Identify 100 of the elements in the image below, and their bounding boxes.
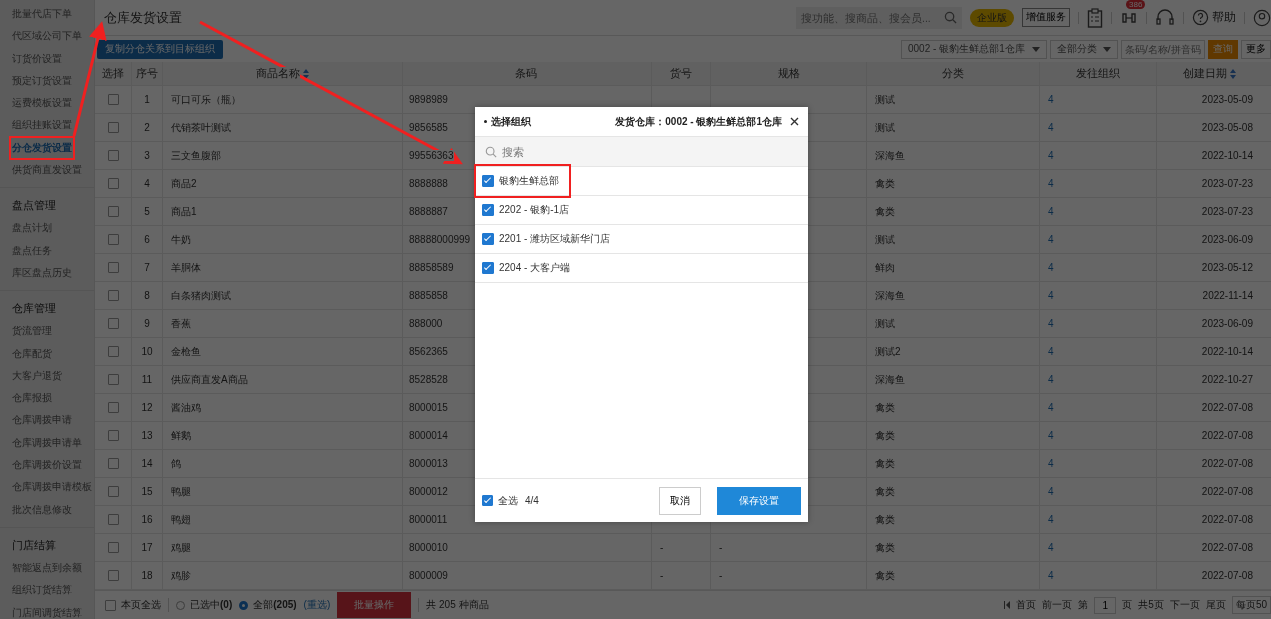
table-cell: 2022-07-08 — [1201, 514, 1253, 525]
table-cell: 16 — [141, 514, 153, 525]
org-count-link[interactable]: 4 — [1048, 486, 1054, 497]
row-checkbox[interactable] — [107, 290, 119, 301]
table-cell: 禽类 — [875, 512, 895, 527]
table-cell: 3 — [144, 150, 150, 161]
org-count-link[interactable]: 4 — [1048, 458, 1054, 469]
table-cell: 鲜鹅 — [171, 428, 191, 443]
table-cell: 供应商直发A商品 — [171, 372, 248, 387]
org-count-link[interactable]: 4 — [1048, 346, 1054, 357]
row-checkbox[interactable] — [107, 94, 119, 105]
last-page-link[interactable]: 尾页 — [1205, 598, 1226, 612]
org-count-link[interactable]: 4 — [1048, 178, 1054, 189]
table-cell: 禽类 — [875, 456, 895, 471]
close-icon[interactable] — [790, 117, 799, 126]
org-count-link[interactable]: 4 — [1048, 318, 1054, 329]
table-cell: 8 — [144, 290, 150, 301]
table-cell: 禽类 — [875, 540, 895, 555]
org-count-link[interactable]: 4 — [1048, 206, 1054, 217]
page-label: 第 — [1078, 598, 1089, 612]
row-checkbox[interactable] — [107, 514, 119, 525]
org-option[interactable]: 2204 - 大客户端 — [475, 254, 808, 283]
row-checkbox[interactable] — [107, 542, 119, 553]
page-size-select[interactable]: 每页50 — [1231, 596, 1271, 614]
row-checkbox[interactable] — [107, 234, 119, 245]
table-cell: 深海鱼 — [875, 288, 905, 303]
help-icon — [1192, 9, 1209, 26]
org-count-link[interactable]: 4 — [1048, 374, 1054, 385]
org-count-link[interactable]: 4 — [1048, 570, 1054, 581]
save-button[interactable]: 保存设置 — [717, 486, 801, 515]
sidebar-item[interactable]: 分仓发货设置 — [0, 136, 94, 160]
headset-icon[interactable] — [1155, 7, 1175, 28]
column-header: 选择 — [102, 66, 124, 81]
row-checkbox[interactable] — [107, 206, 119, 217]
org-count-link[interactable]: 4 — [1048, 430, 1054, 441]
table-cell: 2022-11-14 — [1202, 290, 1253, 301]
page-field[interactable]: 1 — [1094, 596, 1117, 614]
org-option[interactable]: 2202 - 银豹-1店 — [475, 196, 808, 225]
table-cell: 禽类 — [875, 400, 895, 415]
row-checkbox[interactable] — [107, 122, 119, 133]
row-checkbox[interactable] — [107, 402, 119, 413]
search-field[interactable]: 搜索 — [475, 137, 808, 166]
table-cell: - — [660, 570, 664, 581]
scope-radio[interactable]: 全部(205) — [239, 598, 297, 612]
org-count-link[interactable]: 4 — [1048, 542, 1054, 553]
table-cell: 金枪鱼 — [171, 344, 201, 359]
table-cell: 9898989 — [409, 94, 448, 105]
table-cell: - — [719, 570, 723, 581]
clipboard-icon[interactable] — [1087, 7, 1103, 28]
scope-radio[interactable]: 已选中(0) — [176, 598, 233, 612]
org-count-link[interactable]: 4 — [1048, 234, 1054, 245]
sort-icon[interactable] — [1229, 68, 1236, 79]
org-count-link[interactable]: 4 — [1048, 290, 1054, 301]
table-cell: 2023-05-12 — [1201, 262, 1253, 273]
caret-icon — [1103, 46, 1111, 52]
query-button[interactable]: 查询 — [1208, 39, 1238, 59]
row-checkbox[interactable] — [107, 374, 119, 385]
row-checkbox[interactable] — [107, 262, 119, 273]
search-icon — [944, 11, 957, 24]
cancel-button[interactable]: 取消 — [659, 486, 701, 515]
table-cell: 8888888 — [409, 178, 448, 189]
select-all-checkbox[interactable]: 全选 — [482, 493, 518, 508]
row-checkbox[interactable] — [107, 430, 119, 441]
org-option[interactable]: 2201 - 潍坊区域新华门店 — [475, 225, 808, 254]
row-checkbox[interactable] — [107, 178, 119, 189]
table-cell: 2023-06-09 — [1201, 234, 1253, 245]
row-checkbox[interactable] — [107, 346, 119, 357]
org-count-link[interactable]: 4 — [1048, 94, 1054, 105]
table-cell: 17 — [141, 542, 153, 553]
help-link[interactable]: 帮助 — [1192, 9, 1236, 26]
table-cell: 深海鱼 — [875, 148, 905, 163]
caret-icon — [1032, 46, 1040, 52]
table-cell: 鸡胗 — [171, 568, 191, 583]
row-checkbox[interactable] — [107, 150, 119, 161]
row-checkbox[interactable] — [107, 486, 119, 497]
copy-button[interactable]: 复制分仓关系到目标组织 — [97, 39, 223, 59]
page-select-all[interactable]: 本页全选 — [105, 598, 161, 612]
row-checkbox[interactable] — [107, 318, 119, 329]
org-count-link[interactable]: 4 — [1048, 262, 1054, 273]
org-count-link[interactable]: 4 — [1048, 150, 1054, 161]
first-page-icon[interactable] — [1004, 601, 1011, 609]
org-count-link[interactable]: 4 — [1048, 122, 1054, 133]
value-service-button[interactable]: 增值服务 — [1022, 8, 1070, 27]
sidebar-heading: 门店结算 — [11, 537, 57, 553]
first-page-link[interactable]: 首页 — [1016, 598, 1037, 612]
batch-button[interactable]: 批量操作 — [337, 592, 412, 618]
table-cell: 2022-07-08 — [1201, 542, 1253, 553]
org-count-link[interactable]: 4 — [1048, 514, 1054, 525]
row-checkbox[interactable] — [107, 458, 119, 469]
row-checkbox[interactable] — [107, 570, 119, 581]
reselect-link[interactable]: (重选) — [303, 598, 331, 612]
sort-icon[interactable] — [303, 68, 309, 79]
table-cell: - — [660, 542, 664, 553]
table-cell: 2023-06-09 — [1201, 318, 1253, 329]
org-count-link[interactable]: 4 — [1048, 402, 1054, 413]
table-cell: 2022-10-14 — [1201, 150, 1253, 161]
org-option[interactable]: 银豹生鲜总部 — [475, 167, 808, 196]
more-button[interactable]: 更多 — [1241, 39, 1271, 59]
page-title: 仓库发货设置 — [104, 8, 182, 27]
table-cell: 白条猪肉测试 — [171, 288, 231, 303]
